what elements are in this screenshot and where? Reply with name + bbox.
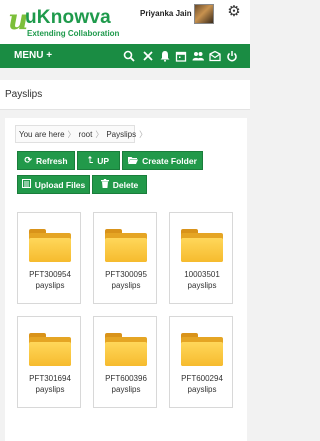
folder-open-icon xyxy=(128,156,139,166)
search-icon[interactable] xyxy=(123,50,135,62)
user-name[interactable]: Priyanka Jain xyxy=(140,9,192,18)
folder-label: PFT301694 payslips xyxy=(29,374,71,394)
breadcrumb-prefix: You are here xyxy=(19,129,65,139)
up-arrow-icon: ⮤ xyxy=(87,155,94,165)
folder-label: PFT300095 payslips xyxy=(105,270,147,290)
logo-name: uKnowva xyxy=(25,7,111,28)
delete-label: Delete xyxy=(112,179,139,190)
folder-icon xyxy=(181,229,223,263)
trash-icon xyxy=(100,179,109,190)
up-label: UP xyxy=(97,155,110,166)
create-folder-button[interactable]: Create Folder xyxy=(122,151,203,170)
folder-item[interactable]: PFT600396 payslips xyxy=(93,316,157,408)
folder-item[interactable]: PFT300954 payslips xyxy=(17,212,81,304)
folder-item[interactable]: PFT301694 payslips xyxy=(17,316,81,408)
mail-icon[interactable] xyxy=(209,50,221,62)
folder-icon xyxy=(29,333,71,367)
up-button[interactable]: ⮤ UP xyxy=(77,151,120,170)
breadcrumb-separator: 〉 xyxy=(95,129,104,139)
upload-files-button[interactable]: Upload Files xyxy=(17,175,90,194)
page-title: Payslips xyxy=(5,89,43,100)
folder-label: 10003501 payslips xyxy=(184,270,220,290)
folder-label: PFT600294 payslips xyxy=(181,374,223,394)
breadcrumb-separator: 〉 xyxy=(67,129,76,139)
upload-icon xyxy=(21,179,31,190)
create-folder-label: Create Folder xyxy=(142,155,197,166)
app-header: u uKnowva Extending Collaboration Priyan… xyxy=(0,0,250,44)
gear-icon[interactable]: ⚙ xyxy=(226,4,242,20)
bell-icon[interactable] xyxy=(159,50,171,62)
logo-tagline: Extending Collaboration xyxy=(27,29,120,38)
folder-item[interactable]: 10003501 payslips xyxy=(169,212,233,304)
menu-button[interactable]: MENU + xyxy=(14,50,52,61)
avatar[interactable] xyxy=(194,4,214,24)
file-manager-panel: You are here 〉 root 〉 Payslips 〉 ⟳ Refre… xyxy=(5,118,247,441)
refresh-button[interactable]: ⟳ Refresh xyxy=(17,151,75,170)
menu-bar: MENU + xyxy=(0,44,250,68)
calendar-icon[interactable] xyxy=(175,50,187,62)
delete-button[interactable]: Delete xyxy=(92,175,147,194)
folder-icon xyxy=(105,333,147,367)
breadcrumb-item-root[interactable]: root xyxy=(79,130,93,139)
page-title-card: Payslips xyxy=(0,80,250,110)
folder-label: PFT300954 payslips xyxy=(29,270,71,290)
folder-label: PFT600396 payslips xyxy=(105,374,147,394)
refresh-icon: ⟳ xyxy=(24,155,32,165)
uknowva-logo[interactable]: u uKnowva Extending Collaboration xyxy=(8,4,120,42)
users-icon[interactable] xyxy=(192,50,204,62)
breadcrumb: You are here 〉 root 〉 Payslips 〉 xyxy=(15,125,147,143)
breadcrumb-item-payslips[interactable]: Payslips xyxy=(106,130,136,139)
folder-icon xyxy=(181,333,223,367)
folder-item[interactable]: PFT300095 payslips xyxy=(93,212,157,304)
folder-item[interactable]: PFT600294 payslips xyxy=(169,316,233,408)
folder-icon xyxy=(105,229,147,263)
refresh-label: Refresh xyxy=(35,155,68,166)
power-icon[interactable] xyxy=(226,50,238,62)
folder-icon xyxy=(29,229,71,263)
upload-files-label: Upload Files xyxy=(34,179,86,190)
tools-icon[interactable] xyxy=(142,50,154,62)
breadcrumb-separator: 〉 xyxy=(139,129,148,139)
